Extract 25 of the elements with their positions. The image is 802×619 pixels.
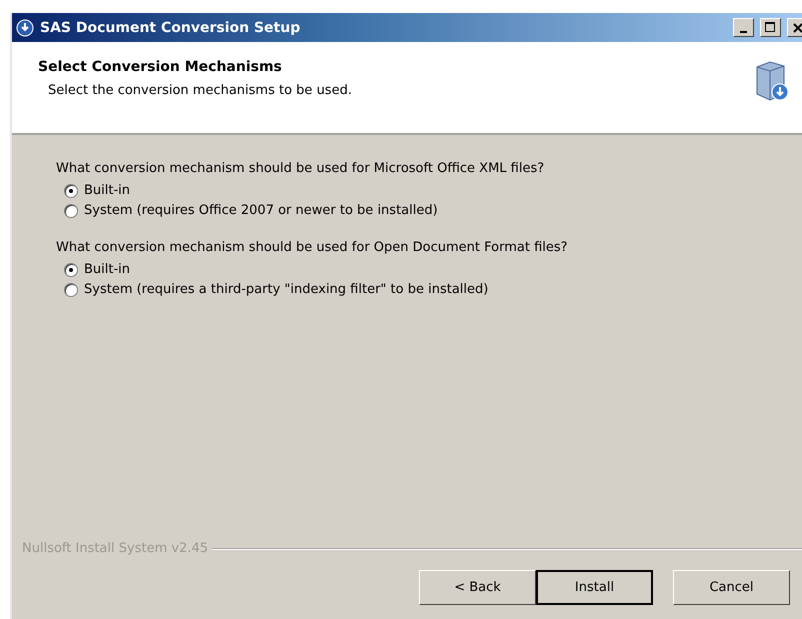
radio-option[interactable]: Built-in xyxy=(56,262,802,277)
branding-text: Nullsoft Install System v2.45 xyxy=(22,541,208,556)
dialog-button[interactable]: Cancel xyxy=(673,570,790,605)
page-title: Select Conversion Mechanisms xyxy=(38,59,283,75)
setup-icon xyxy=(16,18,34,36)
dialog-button[interactable]: Install xyxy=(536,570,653,605)
radio-button[interactable] xyxy=(64,262,78,276)
radio-button[interactable] xyxy=(64,204,78,218)
close-button[interactable] xyxy=(787,18,802,37)
maximize-icon xyxy=(765,22,776,33)
page-subtitle: Select the conversion mechanisms to be used. xyxy=(47,83,353,98)
radio-option[interactable]: System (requires Office 2007 or newer to be installed) xyxy=(56,203,802,218)
minimize-icon xyxy=(740,30,747,32)
radio-button[interactable] xyxy=(64,184,78,198)
radio-option[interactable]: Built-in xyxy=(56,183,802,198)
window-title: SAS Document Conversion Setup xyxy=(40,20,302,36)
radio-option[interactable]: System (requires a third-party "indexing filter" to be installed) xyxy=(56,282,802,297)
question-text: What conversion mechanism should be used for Open Document Format files? xyxy=(56,240,569,255)
question-text: What conversion mechanism should be used for Microsoft Office XML files? xyxy=(56,161,546,176)
minimize-button[interactable] xyxy=(733,18,754,37)
dialog-button[interactable]: < Back xyxy=(419,570,536,605)
radio-button[interactable] xyxy=(64,282,78,296)
close-icon xyxy=(792,22,802,32)
maximize-button[interactable] xyxy=(760,18,781,37)
installer-box-icon xyxy=(754,59,790,103)
